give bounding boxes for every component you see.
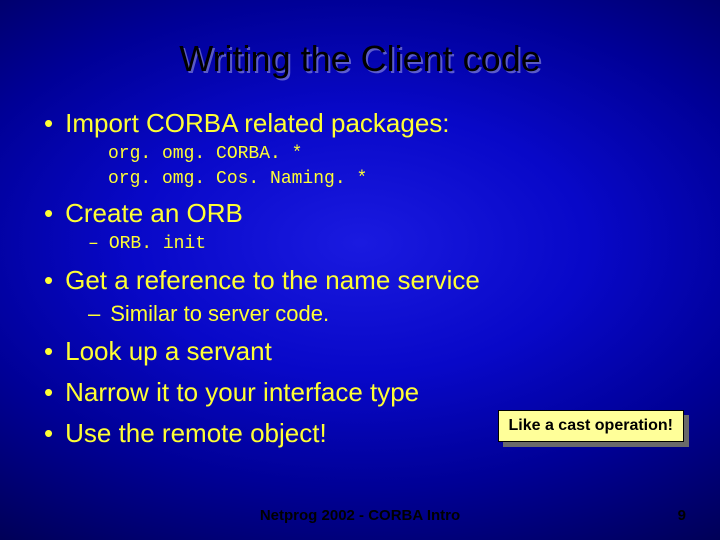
- footer-text: Netprog 2002 - CORBA Intro: [0, 507, 720, 524]
- page-number: 9: [678, 507, 686, 524]
- bullet-list: Import CORBA related packages:: [44, 106, 676, 141]
- callout-text: Like a cast operation!: [498, 410, 685, 442]
- bullet-item: Import CORBA related packages:: [44, 106, 676, 141]
- code-line: org. omg. Cos. Naming. *: [108, 168, 676, 191]
- sub-bullet-item: Similar to server code.: [88, 300, 676, 329]
- code-line: org. omg. CORBA. *: [108, 143, 676, 166]
- sub-bullet-item: ORB. init: [88, 233, 676, 256]
- bullet-item: Create an ORB: [44, 196, 676, 231]
- slide: Writing the Client code Import CORBA rel…: [0, 0, 720, 540]
- bullet-list: Get a reference to the name service: [44, 263, 676, 298]
- bullet-item: Get a reference to the name service: [44, 263, 676, 298]
- slide-title: Writing the Client code: [0, 0, 720, 88]
- callout-box: Like a cast operation!: [498, 410, 685, 442]
- bullet-item: Narrow it to your interface type: [44, 375, 676, 410]
- sub-bullet-list: ORB. init: [44, 233, 676, 256]
- bullet-item: Look up a servant: [44, 334, 676, 369]
- slide-content: Import CORBA related packages: org. omg.…: [0, 88, 720, 452]
- sub-bullet-list: Similar to server code.: [44, 300, 676, 329]
- bullet-list: Create an ORB: [44, 196, 676, 231]
